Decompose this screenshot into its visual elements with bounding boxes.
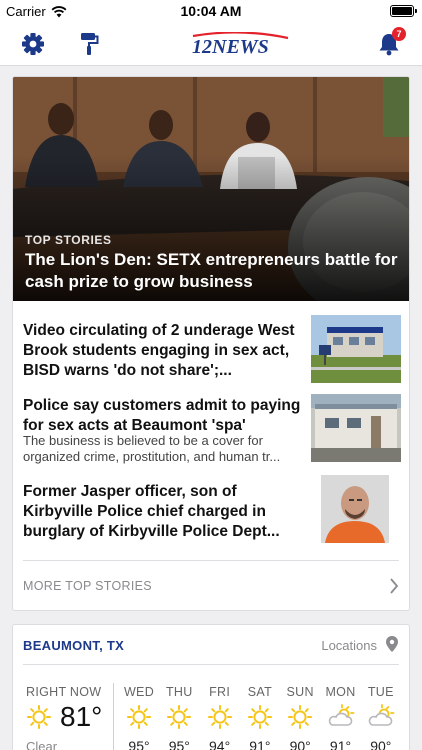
- forecast-high-temp: 95°: [128, 738, 150, 750]
- status-time: 10:04 AM: [180, 3, 242, 19]
- partly-cloudy-icon: [368, 704, 395, 726]
- forecast-day-thu: THU 95°: [159, 685, 199, 750]
- status-bar: Carrier 10:04 AM: [0, 0, 422, 22]
- sun-icon: [127, 705, 151, 729]
- forecast-high-temp: 90°: [289, 738, 311, 750]
- forecast-day-label: SAT: [247, 685, 273, 699]
- hero-title: The Lion's Den: SETX entrepreneurs battl…: [25, 250, 398, 291]
- forecast-day-label: WED: [123, 685, 155, 699]
- forecast-day-mon: MON 91°: [321, 685, 361, 750]
- sun-icon: [27, 705, 51, 729]
- logo-text: 12NEWS: [192, 36, 269, 56]
- forecast-high-temp: 90°: [370, 738, 392, 750]
- weather-divider: [113, 683, 114, 750]
- story-title: Former Jasper officer, son of Kirbyville…: [23, 483, 280, 540]
- app-header: 12NEWS 7: [0, 22, 422, 66]
- weather-header: BEAUMONT, TX Locations: [23, 625, 399, 665]
- forecast-day-label: THU: [166, 685, 193, 699]
- paint-roller-icon[interactable]: [76, 31, 102, 57]
- battery-icon: [390, 5, 417, 17]
- notification-badge: 7: [392, 27, 406, 41]
- forecast-day-sun: SUN 90°: [280, 685, 320, 750]
- more-top-stories-label: MORE TOP STORIES: [23, 579, 152, 593]
- story-description: The business is believed to be a cover f…: [23, 433, 281, 464]
- top-stories-card: TOP STORIES The Lion's Den: SETX entrepr…: [12, 76, 410, 611]
- right-now-label: RIGHT NOW: [26, 685, 102, 699]
- chevron-right-icon: [390, 578, 399, 594]
- partly-cloudy-icon: [328, 704, 354, 726]
- forecast-high-temp: 95°: [168, 738, 190, 750]
- forecast-day-tue: TUE 90°: [361, 685, 401, 750]
- story-item[interactable]: Video circulating of 2 underage West Bro…: [23, 315, 401, 387]
- forecast-high-temp: 91°: [329, 738, 352, 750]
- hero-kicker: TOP STORIES: [25, 233, 112, 247]
- gear-icon[interactable]: [20, 31, 46, 57]
- sun-icon: [207, 705, 232, 729]
- story-thumbnail: [311, 394, 401, 462]
- sun-icon: [247, 705, 272, 729]
- forecast-day-label: SUN: [286, 685, 314, 699]
- more-top-stories-link[interactable]: MORE TOP STORIES: [23, 560, 399, 608]
- story-title: Video circulating of 2 underage West Bro…: [23, 322, 295, 379]
- locations-label[interactable]: Locations: [321, 638, 377, 653]
- 12news-logo: 12NEWS: [192, 32, 289, 56]
- sun-icon: [288, 705, 313, 729]
- story-thumbnail: [321, 475, 389, 543]
- forecast-day-label: TUE: [367, 685, 394, 699]
- current-condition: Clear: [26, 739, 58, 750]
- story-item[interactable]: Police say customers admit to paying for…: [23, 394, 401, 474]
- sun-icon: [167, 705, 192, 729]
- location-pin-icon[interactable]: [385, 635, 399, 653]
- forecast-day-label: FRI: [209, 685, 231, 699]
- hero-story[interactable]: TOP STORIES The Lion's Den: SETX entrepr…: [13, 77, 409, 301]
- weather-city: BEAUMONT, TX: [23, 638, 125, 653]
- weather-card[interactable]: BEAUMONT, TX Locations RIGHT NOW 81° Cle…: [12, 624, 410, 750]
- current-temperature: 81°: [60, 701, 103, 732]
- story-thumbnail: [311, 315, 401, 383]
- forecast-day-label: MON: [325, 685, 356, 699]
- forecast-high-temp: 91°: [249, 738, 271, 750]
- story-item[interactable]: Former Jasper officer, son of Kirbyville…: [23, 475, 401, 554]
- story-title: Police say customers admit to paying for…: [23, 397, 301, 434]
- forecast-day-fri: FRI 94°: [200, 685, 240, 750]
- forecast-high-temp: 94°: [209, 738, 231, 750]
- forecast-day-sat: SAT 91°: [240, 685, 280, 750]
- forecast-day-wed: WED 95°: [119, 685, 159, 750]
